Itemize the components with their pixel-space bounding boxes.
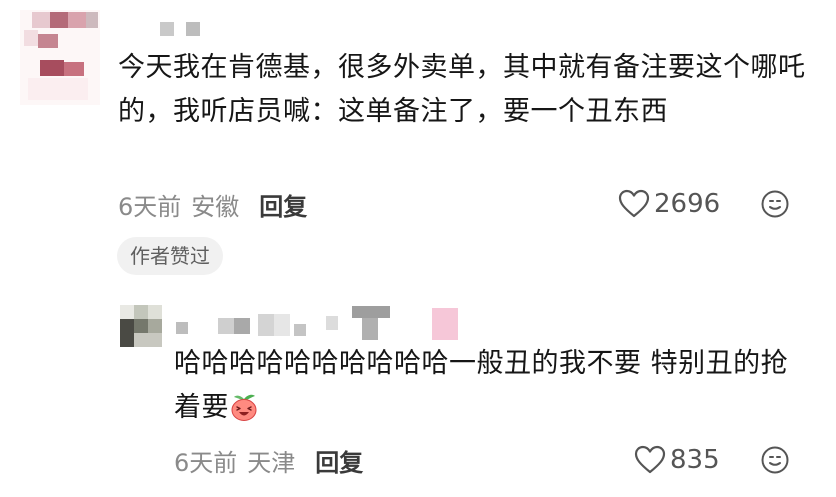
reply-button[interactable]: 回复 bbox=[259, 187, 307, 222]
reply-text: 哈哈哈哈哈哈哈哈哈哈一般丑的我不要 特别丑的抢着要 bbox=[174, 342, 814, 430]
reply-like-count: 835 bbox=[670, 445, 720, 475]
reply-time: 6天前 bbox=[174, 448, 238, 477]
laughing-peach-emoji bbox=[231, 394, 257, 421]
reply-meta: 6天前 天津 回复 bbox=[174, 442, 363, 478]
reply-button[interactable]: 回复 bbox=[315, 443, 363, 478]
smiley-face-icon[interactable] bbox=[760, 445, 790, 475]
heart-outline-icon bbox=[618, 189, 650, 218]
reply-username[interactable] bbox=[176, 306, 466, 344]
reply-avatar[interactable] bbox=[120, 305, 162, 347]
reply-like-button[interactable]: 835 bbox=[634, 442, 720, 478]
comment-text: 今天我在肯德基，很多外卖单，其中就有备注要这个哪吒的，我听店员喊：这单备注了，要… bbox=[118, 52, 806, 127]
comment-location: 安徽 bbox=[191, 192, 240, 221]
reply-location: 天津 bbox=[247, 448, 296, 477]
username[interactable] bbox=[160, 22, 210, 36]
smiley-face-icon[interactable] bbox=[760, 189, 790, 219]
avatar[interactable] bbox=[20, 10, 100, 105]
comment-time: 6天前 bbox=[118, 192, 182, 221]
like-count: 2696 bbox=[654, 189, 721, 219]
like-button[interactable]: 2696 bbox=[618, 186, 720, 222]
author-liked-badge: 作者赞过 bbox=[117, 237, 223, 275]
comment-meta: 6天前 安徽 回复 bbox=[118, 186, 307, 222]
heart-outline-icon bbox=[634, 445, 666, 474]
reply-text-content: 哈哈哈哈哈哈哈哈哈哈一般丑的我不要 特别丑的抢着要 bbox=[174, 348, 789, 423]
